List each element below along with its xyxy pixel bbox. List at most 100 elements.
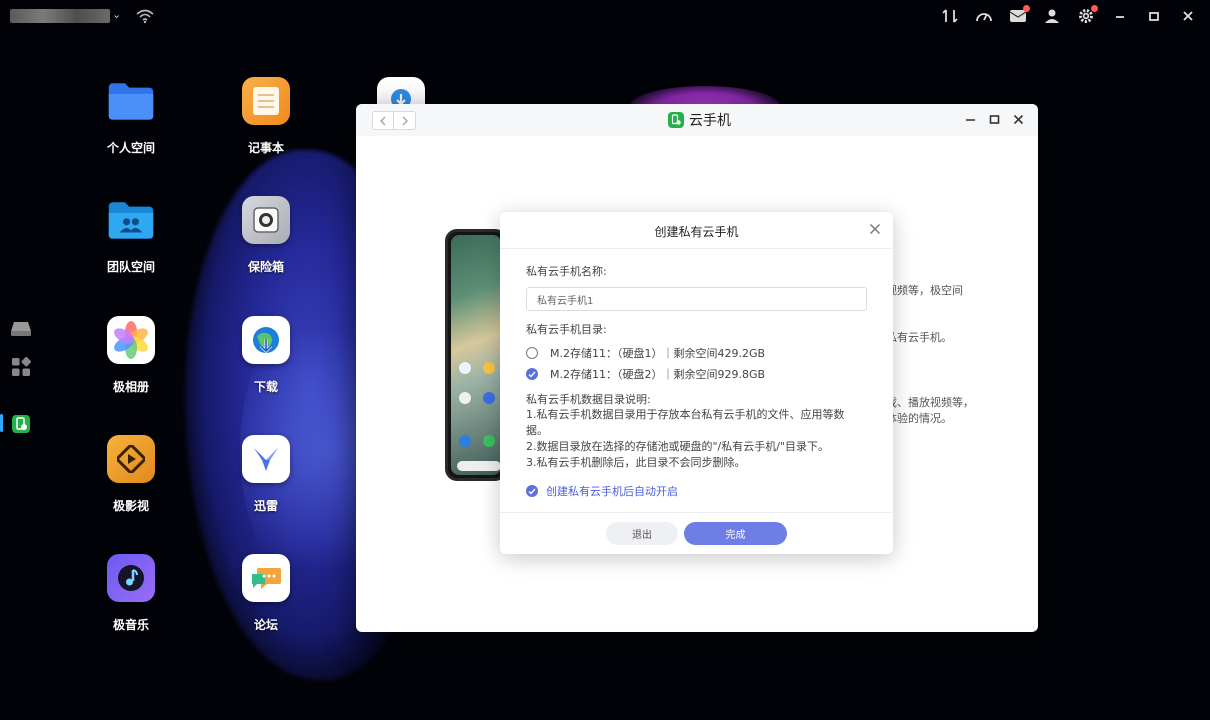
desktop-icon-label: 论坛 — [253, 618, 278, 632]
directory-option-text: M.2存储11：（硬盘2）｜剩余空间929.8GB — [550, 368, 766, 381]
checkbox-checked[interactable] — [526, 485, 538, 497]
cloud-phone-app-icon — [668, 112, 684, 128]
window-minimize-button[interactable] — [964, 112, 976, 126]
desktop-icon-label: 极音乐 — [112, 618, 149, 632]
desktop-icon-label: 下载 — [253, 380, 278, 394]
forward-button[interactable] — [394, 111, 416, 130]
phone-search-bar — [457, 461, 501, 471]
desktop-icon-thunder[interactable]: 迅雷 — [221, 435, 311, 514]
music-icon — [107, 554, 155, 602]
radio-checked[interactable] — [526, 368, 538, 380]
description-line-1: 1.私有云手机数据目录用于存放本台私有云手机的文件、应用等数据。 — [526, 408, 845, 437]
name-field-label: 私有云手机名称: — [526, 265, 607, 278]
mail-icon[interactable] — [1008, 5, 1030, 26]
account-dropdown-icon[interactable]: ⌄ — [112, 8, 121, 21]
phone-app-icon — [459, 362, 471, 374]
desktop-icon-photos[interactable]: 极相册 — [86, 316, 176, 395]
desktop-icon-label: 极相册 — [112, 380, 149, 394]
desktop-icon-label: 个人空间 — [106, 141, 155, 155]
settings-notification-dot — [1091, 5, 1098, 12]
back-button[interactable] — [372, 111, 394, 130]
desktop-icon-video[interactable]: 极影视 — [86, 435, 176, 514]
phone-screen — [451, 235, 501, 475]
desktop-icon-team-space[interactable]: 团队空间 — [86, 196, 176, 275]
phone-app-icon — [483, 392, 495, 404]
phone-app-icon — [483, 435, 495, 447]
forum-icon — [242, 554, 290, 602]
dialog-header: 创建私有云手机 — [500, 212, 893, 249]
desktop-icon-safe[interactable]: 保险箱 — [221, 196, 311, 275]
desktop-icon-notepad[interactable]: 记事本 — [221, 77, 311, 156]
window-controls — [964, 112, 1024, 126]
account-name-blurred[interactable] — [10, 9, 110, 23]
auto-start-checkbox[interactable]: 创建私有云手机后自动开启 — [526, 483, 678, 499]
safe-icon — [242, 196, 290, 244]
minimize-icon — [965, 118, 975, 121]
restore-icon[interactable] — [1144, 6, 1164, 26]
phone-app-icon — [483, 362, 495, 374]
done-button[interactable]: 完成 — [684, 522, 787, 545]
cloud-phone-window: 云手机 视频等，极空间 私有云手机。 。 戏、播放视频等， — [356, 104, 1038, 632]
bg-description-line: 体验的情况。 — [886, 412, 952, 425]
desktop-icon-download[interactable]: 下载 — [221, 316, 311, 395]
dock-storage-icon[interactable] — [10, 318, 32, 340]
window-resize-grip[interactable] — [1028, 622, 1036, 632]
dialog-footer: 退出 完成 — [500, 512, 893, 554]
download-globe-icon — [242, 316, 290, 364]
bg-description-line: 视频等，极空间 — [886, 284, 963, 297]
create-cloud-phone-dialog: 创建私有云手机 私有云手机名称: 私有云手机目录: M.2存储11：（硬盘1）｜… — [500, 212, 893, 554]
wifi-icon — [136, 8, 154, 28]
window-close-button[interactable] — [1012, 112, 1024, 126]
speed-gauge-icon[interactable] — [974, 6, 994, 26]
folder-icon — [107, 77, 155, 125]
maximize-icon — [989, 114, 999, 124]
photos-icon — [107, 316, 155, 364]
window-nav-buttons — [372, 111, 416, 130]
window-maximize-button[interactable] — [988, 112, 1000, 126]
phone-illustration — [445, 229, 507, 481]
close-icon — [1013, 114, 1023, 124]
desktop-icon-label: 保险箱 — [247, 260, 284, 274]
window-title: 云手机 — [668, 110, 731, 130]
exit-button[interactable]: 退出 — [606, 522, 678, 545]
dock-active-indicator — [0, 414, 3, 432]
minimize-icon[interactable] — [1110, 6, 1130, 26]
bg-description-line: 戏、播放视频等， — [886, 396, 974, 409]
radio-unchecked[interactable] — [526, 347, 538, 359]
dock-apps-grid-icon[interactable] — [10, 356, 32, 378]
directory-field-label: 私有云手机目录: — [526, 323, 607, 336]
desktop-icon-personal-space[interactable]: 个人空间 — [86, 77, 176, 156]
desktop-icon-forum[interactable]: 论坛 — [221, 554, 311, 633]
settings-icon[interactable] — [1076, 5, 1098, 26]
user-icon[interactable] — [1042, 6, 1062, 26]
resize-grip-icon — [1032, 629, 1036, 632]
window-titlebar[interactable]: 云手机 — [356, 104, 1038, 136]
system-tray — [940, 5, 1198, 26]
check-icon — [528, 488, 536, 495]
phone-app-icon — [459, 435, 471, 447]
dock-cloud-phone-icon[interactable] — [10, 413, 32, 435]
thunder-icon — [242, 435, 290, 483]
desktop-icon-music[interactable]: 极音乐 — [86, 554, 176, 633]
cloud-phone-name-input[interactable] — [526, 287, 867, 311]
check-icon — [528, 371, 536, 378]
top-bar: ⌄ — [0, 0, 1210, 34]
directory-option-text: M.2存储11：（硬盘1）｜剩余空间429.2GB — [550, 347, 766, 360]
directory-option-disk1[interactable]: M.2存储11：（硬盘1）｜剩余空间429.2GB — [526, 345, 765, 361]
description-line-3: 3.私有云手机删除后，此目录不会同步删除。 — [526, 456, 746, 469]
desktop-icon-label: 迅雷 — [253, 499, 278, 513]
description-line-2: 2.数据目录放在选择的存储池或硬盘的"/私有云手机/"目录下。 — [526, 440, 830, 453]
dialog-title: 创建私有云手机 — [654, 225, 739, 239]
notepad-icon — [242, 77, 290, 125]
video-icon — [107, 435, 155, 483]
transfer-icon[interactable] — [940, 6, 960, 26]
chevron-right-icon — [402, 116, 408, 125]
auto-start-label: 创建私有云手机后自动开启 — [546, 485, 678, 498]
directory-option-disk2[interactable]: M.2存储11：（硬盘2）｜剩余空间929.8GB — [526, 366, 765, 382]
desktop-icon-label: 团队空间 — [106, 260, 155, 274]
dialog-close-button[interactable] — [869, 223, 883, 237]
bg-description-line: 私有云手机。 — [886, 331, 952, 344]
description-title: 私有云手机数据目录说明: — [526, 393, 651, 406]
phone-app-icon — [459, 392, 471, 404]
close-icon[interactable] — [1178, 6, 1198, 26]
